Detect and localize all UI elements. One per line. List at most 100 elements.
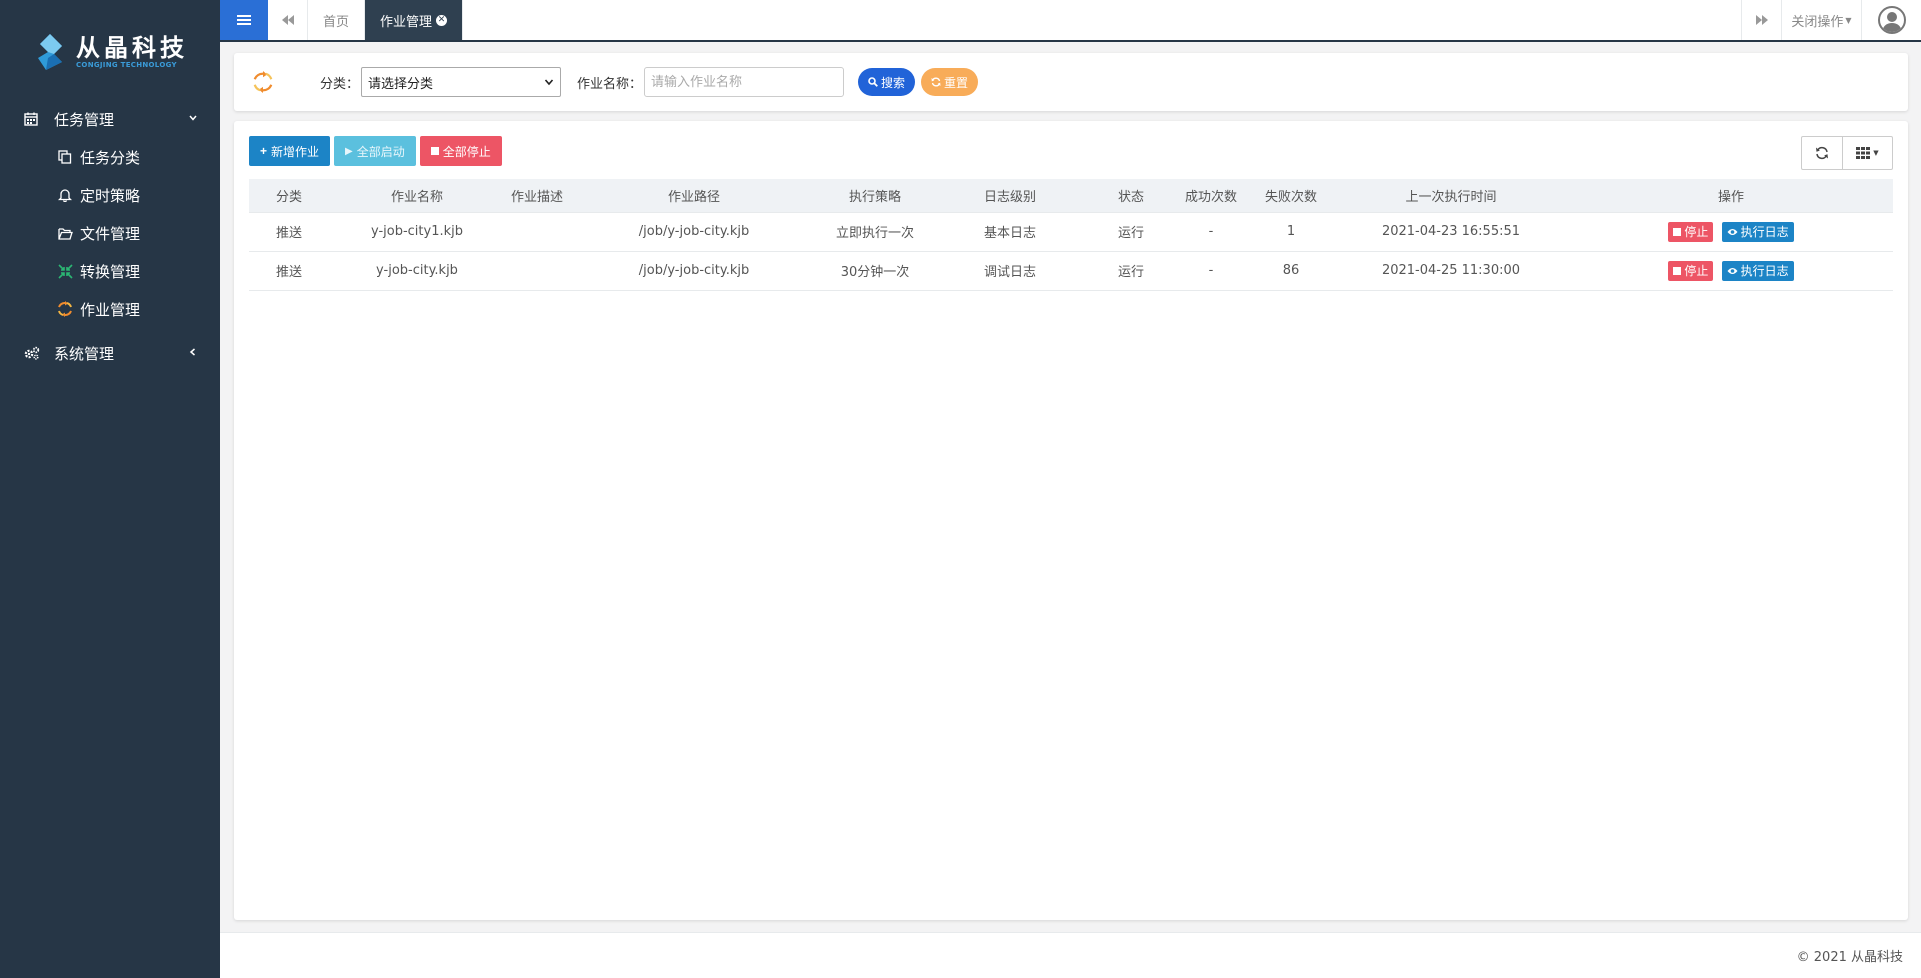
refresh-table-button[interactable] [1802,137,1842,169]
stop-job-label: 停止 [1684,264,1709,278]
double-chevron-left-icon [281,15,294,25]
close-tab-icon[interactable]: ✕ [436,14,448,26]
refresh-icon [1816,146,1828,160]
tab-job-management[interactable]: 作业管理 ✕ [365,0,464,40]
cell-category: 推送 [249,251,329,291]
copyright-text: © 2021 从晶科技 [1796,950,1903,965]
close-operations-dropdown[interactable]: 关闭操作 ▼ [1781,0,1861,40]
hamburger-icon [237,15,251,25]
column-header[interactable]: 作业名称 [329,179,505,213]
nav-group-system-management[interactable]: 系统管理 [0,334,220,372]
job-icon [252,71,282,93]
nav-group-task-management[interactable]: 任务管理 [0,100,220,138]
scroll-tabs-right-button[interactable] [1741,0,1781,40]
cell-actions: 停止 执行日志 [1569,212,1893,252]
cell-job-name: y-job-city.kjb [329,251,505,291]
stop-icon [430,147,439,155]
sidebar-item-label: 任务分类 [80,148,141,167]
tab-home[interactable]: 首页 [308,0,366,40]
sidebar-item-task-category[interactable]: 任务分类 [0,138,220,176]
view-log-button[interactable]: 执行日志 [1721,221,1794,242]
column-header[interactable]: 成功次数 [1173,179,1249,213]
brand-logo-icon [32,32,68,72]
cell-category: 推送 [249,212,329,252]
search-button[interactable]: 搜索 [858,68,916,96]
tab-label: 首页 [323,14,350,30]
cell-log-level: 调试日志 [931,251,1089,291]
chevron-down-icon [544,75,554,90]
job-name-label: 作业名称： [577,76,643,92]
play-icon: ▶ [345,145,353,157]
column-header[interactable]: 日志级别 [931,179,1089,213]
table-header-row: 分类 作业名称 作业描述 作业路径 执行策略 日志级别 状态 成功次数 失败次数… [249,179,1893,213]
user-menu[interactable] [1861,0,1921,40]
stop-job-label: 停止 [1684,225,1709,239]
column-header[interactable]: 执行策略 [819,179,931,213]
view-log-label: 执行日志 [1740,264,1789,278]
cell-path: /job/y-job-city.kjb [569,251,819,291]
stop-icon [1673,227,1682,236]
cell-log-level: 基本日志 [931,212,1089,252]
reset-button-label: 重置 [944,75,969,90]
sidebar-item-transform-management[interactable]: 转换管理 [0,252,220,290]
sidebar-item-file-management[interactable]: 文件管理 [0,214,220,252]
reset-button[interactable]: 重置 [921,68,979,96]
sidebar-item-label: 定时策略 [80,186,141,205]
column-header[interactable]: 作业描述 [505,179,569,213]
cell-success-count: - [1173,251,1249,291]
job-name-input[interactable] [644,67,845,97]
search-icon [868,77,878,87]
search-button-label: 搜索 [881,75,906,90]
folder-open-icon [56,227,74,240]
transform-icon [56,263,74,279]
cell-path: /job/y-job-city.kjb [569,212,819,252]
tab-label: 作业管理 [380,14,433,30]
brand-logo[interactable]: 从晶科技 CONGJING TECHNOLOGY [0,0,220,100]
stop-job-button[interactable]: 停止 [1668,221,1714,242]
gears-icon [24,346,44,360]
sidebar-item-job-management[interactable]: 作业管理 [0,290,220,328]
sidebar-item-schedule-strategy[interactable]: 定时策略 [0,176,220,214]
search-panel: 分类： 请选择分类 作业名称： 搜索 重置 [234,53,1908,111]
refresh-icon [931,77,941,87]
cell-actions: 停止 执行日志 [1569,251,1893,291]
column-header[interactable]: 作业路径 [569,179,819,213]
add-job-button[interactable]: + 新增作业 [249,136,331,166]
view-log-label: 执行日志 [1740,225,1789,239]
job-icon [56,301,74,317]
cell-fail-count: 86 [1249,251,1333,291]
footer: © 2021 从晶科技 [220,932,1921,978]
cell-description [505,251,569,291]
category-select[interactable]: 请选择分类 [361,67,562,97]
nav-group-label: 系统管理 [54,344,115,363]
column-header[interactable]: 失败次数 [1249,179,1333,213]
table-toolbar: + 新增作业 ▶ 全部启动 全部停止 [249,136,502,166]
add-job-label: 新增作业 [271,144,320,159]
menu-toggle-button[interactable] [220,0,268,40]
eye-icon [1727,228,1738,235]
sidebar-item-label: 作业管理 [80,300,141,319]
bell-icon [56,188,74,202]
columns-toggle-button[interactable]: ▼ [1842,137,1892,169]
start-all-button[interactable]: ▶ 全部启动 [334,136,416,166]
nav-menu: 任务管理 任务分类 定时策略 文件管理 转换管理 作业管理 系统管理 [0,100,220,372]
scroll-tabs-left-button[interactable] [268,0,308,40]
cell-fail-count: 1 [1249,212,1333,252]
column-header[interactable]: 分类 [249,179,329,213]
table-tools: ▼ [1801,136,1893,170]
column-header[interactable]: 操作 [1569,179,1893,213]
top-bar: 首页 作业管理 ✕ 关闭操作 ▼ [220,0,1921,42]
stop-all-button[interactable]: 全部停止 [419,136,502,166]
start-all-label: 全部启动 [356,144,405,159]
stop-icon [1673,266,1682,275]
caret-down-icon: ▼ [1873,149,1879,157]
column-header[interactable]: 上一次执行时间 [1333,179,1569,213]
chevron-left-icon [188,346,198,360]
stop-job-button[interactable]: 停止 [1668,260,1714,281]
view-log-button[interactable]: 执行日志 [1721,260,1794,281]
double-chevron-right-icon [1755,15,1768,25]
column-header[interactable]: 状态 [1089,179,1173,213]
cell-success-count: - [1173,212,1249,252]
job-list-panel: + 新增作业 ▶ 全部启动 全部停止 ▼ 分类 作业名称 作业描述 作业路径 执… [234,121,1908,920]
cell-job-name: y-job-city1.kjb [329,212,505,252]
